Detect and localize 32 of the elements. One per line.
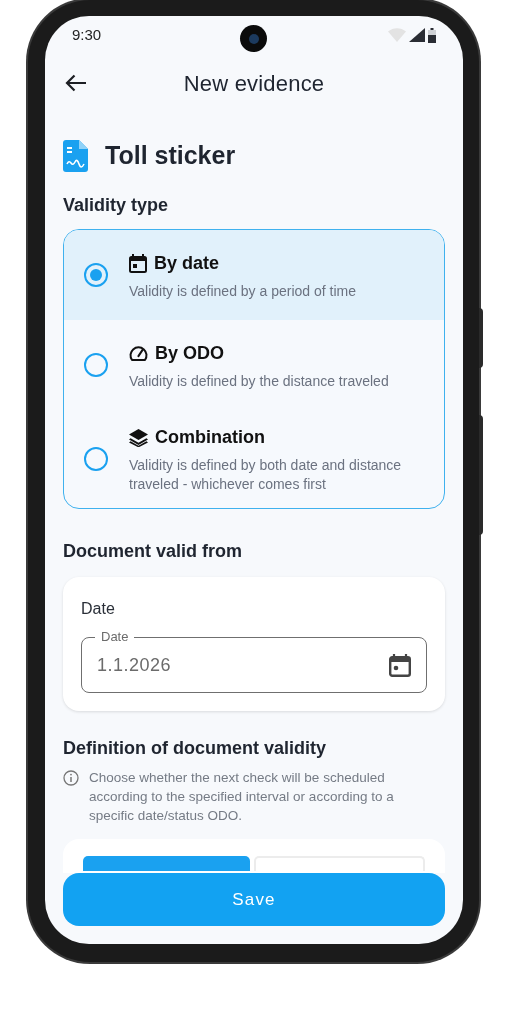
date-value: 1.1.2026 (97, 653, 172, 677)
radio-button[interactable] (84, 353, 108, 377)
radio-button[interactable] (84, 447, 108, 471)
status-time: 9:30 (72, 24, 102, 45)
info-text: Choose whether the next check will be scheduled according to the specified interval or according to a specific date/status ODO. (89, 769, 395, 825)
option-label: Combination (155, 426, 265, 449)
info-icon (63, 770, 79, 786)
option-description: Validity is defined by both date and distance traveled - whichever comes first (129, 456, 403, 494)
gauge-icon (129, 345, 148, 361)
section-heading: Document valid from (63, 540, 244, 563)
radio-option[interactable]: By ODO Validity is defined by the distance traveled (64, 320, 444, 410)
field-label: Date (81, 599, 116, 619)
radio-option[interactable]: Combination Validity is defined by both date and distance traveled - whichever comes first (64, 410, 444, 508)
option-description: Validity is defined by a period of time (129, 281, 357, 301)
calendar-icon (129, 253, 147, 273)
option-label: By date (154, 251, 220, 275)
radio-button[interactable] (84, 263, 108, 287)
battery-icon (428, 27, 436, 43)
layers-icon (129, 428, 148, 447)
calendar-icon (389, 653, 411, 677)
radio-option[interactable]: By date Validity is defined by a period of time (64, 230, 444, 320)
signal-icon (409, 28, 425, 42)
screen-title: New evidence (183, 69, 325, 98)
section-heading: Definition of document validity (63, 737, 327, 760)
option-label: By ODO (155, 341, 224, 365)
section-heading: Validity type (63, 194, 170, 217)
back-arrow-icon (65, 74, 87, 92)
document-title: Toll sticker (105, 140, 236, 172)
camera-hole (240, 25, 267, 52)
option-description: Validity is defined by the distance traveled (129, 371, 390, 391)
document-icon (63, 140, 88, 172)
wifi-icon (388, 28, 406, 42)
